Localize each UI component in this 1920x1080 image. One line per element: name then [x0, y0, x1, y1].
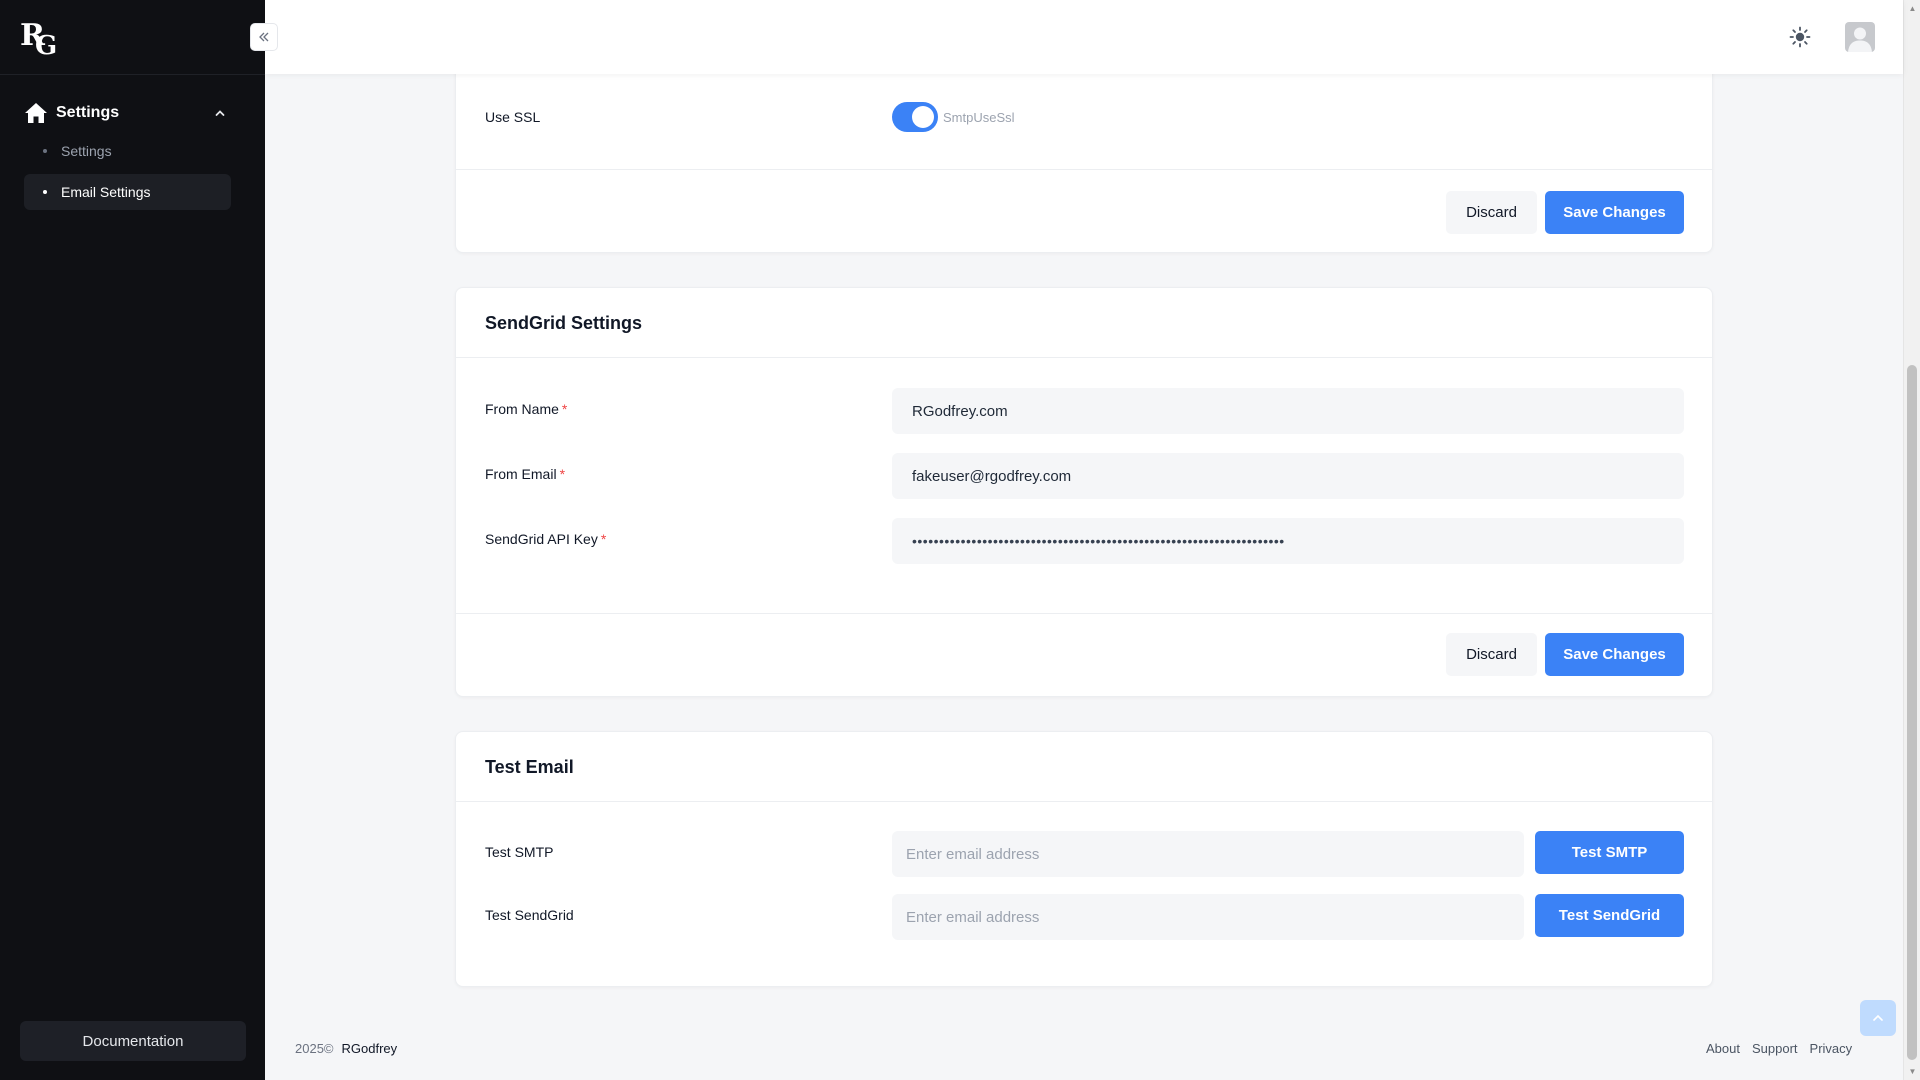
from-email-label-text: From Email [485, 466, 557, 482]
footer-link-privacy[interactable]: Privacy [1810, 1041, 1853, 1056]
theme-toggle-button[interactable] [1784, 25, 1816, 49]
sidebar-item-email-settings[interactable]: Email Settings [24, 174, 231, 210]
test-sendgrid-button[interactable]: Test SendGrid [1535, 894, 1684, 937]
api-key-input[interactable]: ••••••••••••••••••••••••••••••••••••••••… [892, 518, 1684, 564]
footer-copyright: 2025© RGodfrey [295, 1041, 397, 1056]
from-name-input[interactable]: RGodfrey.com [892, 388, 1684, 434]
card-divider [456, 801, 1712, 802]
card-title: Test Email [485, 757, 574, 777]
required-marker: * [561, 401, 568, 417]
sidebar-group-label: Settings [56, 104, 120, 121]
toggle-knob [912, 106, 934, 128]
footer-link-support[interactable]: Support [1752, 1041, 1798, 1056]
sendgrid-settings-card: SendGrid Settings From Name * RGodfrey.co… [455, 287, 1713, 697]
page-scrollbar[interactable]: ▲ ▼ [1903, 0, 1920, 1080]
chevron-up-icon [1873, 1014, 1883, 1021]
use-ssl-label: Use SSL [485, 109, 541, 125]
api-key-label-text: SendGrid API Key [485, 531, 598, 547]
card-title: SendGrid Settings [485, 313, 643, 333]
discard-button[interactable]: Discard [1446, 191, 1537, 234]
back-to-top-button[interactable] [1860, 1000, 1896, 1036]
card-divider [456, 613, 1712, 614]
footer-links: About Support Privacy [1706, 1041, 1852, 1056]
save-changes-button[interactable]: Save Changes [1545, 633, 1684, 676]
scroll-down-arrow-icon[interactable]: ▼ [1904, 1063, 1920, 1080]
footer-year: 2025© [295, 1041, 334, 1056]
logo[interactable]: R G [20, 18, 60, 61]
sun-icon [1789, 26, 1811, 48]
logo-letter-g: G [35, 31, 58, 61]
card-divider [456, 357, 1712, 358]
from-email-input[interactable]: fakeuser@rgodfrey.com [892, 453, 1684, 499]
from-name-label-text: From Name [485, 401, 559, 417]
required-marker: * [559, 466, 566, 482]
from-name-label: From Name * [485, 401, 567, 417]
test-smtp-email-input[interactable]: Enter email address [892, 831, 1524, 877]
required-marker: * [600, 531, 607, 547]
footer-brand-link[interactable]: RGodfrey [342, 1041, 398, 1056]
collapse-sidebar-button[interactable] [250, 23, 278, 51]
footer-link-about[interactable]: About [1706, 1041, 1740, 1056]
sidebar-item-label: Settings [61, 143, 112, 159]
sidebar-item-settings[interactable]: Settings [24, 133, 231, 169]
sidebar: R G Settings Settings Email Settings Doc… [0, 0, 265, 1080]
user-icon [1848, 27, 1872, 52]
discard-button[interactable]: Discard [1446, 633, 1537, 676]
bullet-icon [43, 149, 47, 153]
double-chevron-left-icon [259, 32, 269, 42]
test-smtp-button[interactable]: Test SMTP [1535, 831, 1684, 874]
test-smtp-label: Test SMTP [485, 844, 554, 860]
save-changes-button[interactable]: Save Changes [1545, 191, 1684, 234]
scroll-up-arrow-icon[interactable]: ▲ [1904, 0, 1920, 17]
sidebar-item-label: Email Settings [61, 184, 151, 200]
use-ssl-toggle-text: SmtpUseSsl [943, 110, 1015, 125]
scrollbar-thumb[interactable] [1907, 365, 1917, 1060]
top-bar [265, 0, 1903, 74]
api-key-label: SendGrid API Key * [485, 531, 606, 547]
chevron-up-icon [215, 110, 225, 116]
user-avatar[interactable] [1845, 22, 1875, 52]
use-ssl-toggle[interactable] [892, 102, 938, 132]
sidebar-group-settings[interactable]: Settings [24, 100, 234, 126]
from-email-label: From Email * [485, 466, 565, 482]
documentation-button[interactable]: Documentation [20, 1021, 246, 1061]
test-sendgrid-email-input[interactable]: Enter email address [892, 894, 1524, 940]
home-icon [25, 103, 47, 123]
test-sendgrid-label: Test SendGrid [485, 907, 574, 923]
bullet-icon [43, 190, 47, 194]
test-email-card: Test Email Test SMTP Enter email address… [455, 731, 1713, 987]
sidebar-divider [0, 74, 265, 75]
card-divider [456, 169, 1712, 170]
